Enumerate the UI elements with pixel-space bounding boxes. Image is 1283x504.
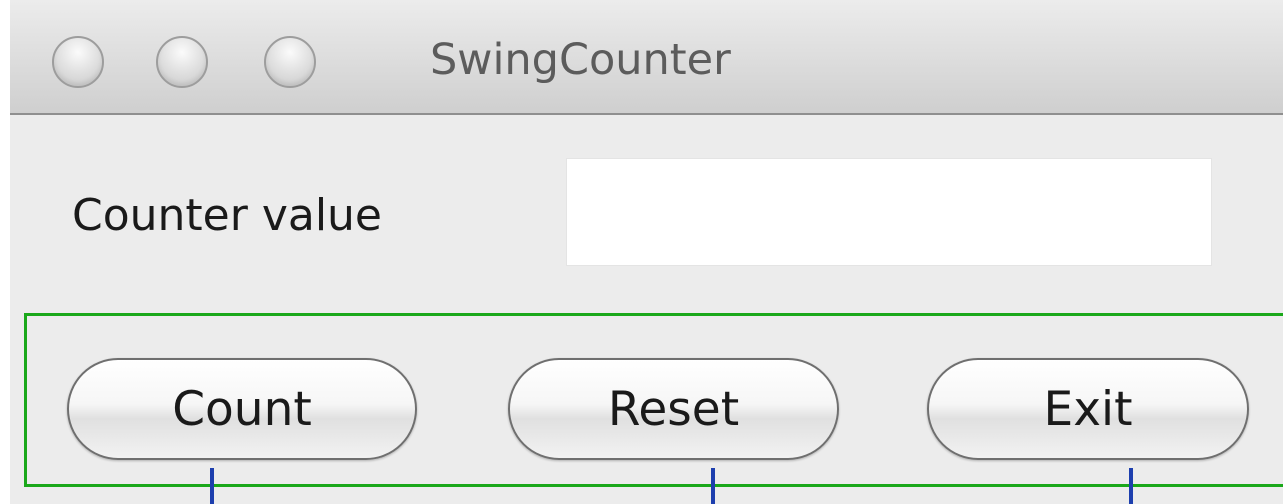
close-button[interactable]	[52, 36, 104, 88]
count-button-marker	[210, 468, 214, 504]
exit-button-marker	[1129, 468, 1133, 504]
screenshot-stage: SwingCounter Counter value Count Reset E…	[0, 0, 1283, 504]
title-bar[interactable]: SwingCounter	[10, 0, 1283, 115]
zoom-button[interactable]	[264, 36, 316, 88]
window-title: SwingCounter	[430, 35, 731, 85]
reset-button-marker	[711, 468, 715, 504]
reset-button[interactable]: Reset	[508, 358, 839, 460]
counter-value-label: Counter value	[72, 190, 382, 241]
count-button[interactable]: Count	[67, 358, 417, 460]
counter-value-field[interactable]	[566, 158, 1212, 266]
exit-button[interactable]: Exit	[927, 358, 1249, 460]
minimize-button[interactable]	[156, 36, 208, 88]
